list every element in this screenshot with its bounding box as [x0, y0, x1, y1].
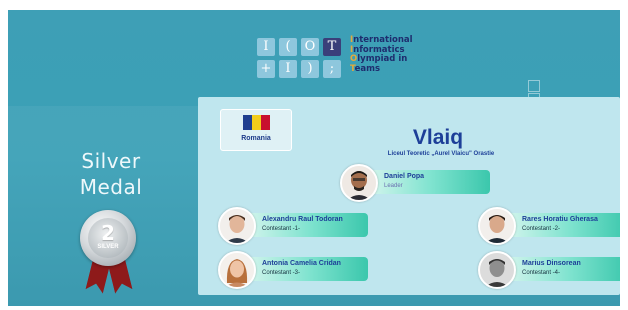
video-frame: I ( O T + I ) ; International Informatic… — [8, 10, 620, 306]
team-card: Romania Vlaiq Liceul Teoretic „Aurel Vla… — [198, 97, 620, 295]
iiot-logo: I ( O T + I ) ; International Informatic… — [257, 35, 460, 92]
logo-wordmark: International Informatics Olympiad in Te… — [350, 35, 460, 75]
person-photo-icon — [480, 253, 514, 287]
flag-stripe — [243, 115, 252, 130]
medal-label: SILVER — [97, 244, 119, 250]
logo-tile: I — [279, 60, 297, 78]
logo-tile: I — [257, 38, 275, 56]
logo-tile: ; — [323, 60, 341, 78]
member-name: Marius Dinsorean — [522, 260, 581, 267]
member-bar: Daniel Popa Leader — [360, 170, 490, 194]
country-name: Romania — [241, 135, 271, 142]
logo-word: nformatics — [353, 44, 405, 55]
logo-tiles: I ( O T + I ) ; — [257, 36, 343, 92]
logo-word: eams — [354, 63, 381, 74]
logo-tile: O — [301, 38, 319, 56]
romania-flag-icon — [243, 115, 270, 130]
member-role: Contestant -1- — [262, 226, 301, 232]
member-bar: Antonia Camelia Cridan Contestant -3- — [238, 257, 368, 281]
logo-word: nternational — [353, 35, 413, 45]
medal-title-line: Silver — [81, 149, 141, 173]
flag-stripe — [252, 115, 261, 130]
avatar — [478, 251, 516, 289]
avatar — [218, 207, 256, 245]
school-name: Liceul Teoretic „Aurel Vlaicu" Orastie — [387, 151, 495, 157]
silver-medal-icon: 2 SILVER — [76, 210, 142, 300]
member-name: Alexandru Raul Todoran — [262, 216, 343, 223]
member-name: Antonia Camelia Cridan — [262, 260, 341, 267]
avatar — [340, 164, 378, 202]
member-bar: Alexandru Raul Todoran Contestant -1- — [238, 213, 368, 237]
logo-tile: ( — [279, 38, 297, 56]
member-card-contestant-1: Alexandru Raul Todoran Contestant -1- — [218, 207, 368, 245]
member-card-contestant-2: Rares Horatiu Gherasa Contestant -2- — [478, 207, 620, 245]
member-name: Daniel Popa — [384, 173, 425, 180]
person-photo-icon — [220, 209, 254, 243]
person-photo-icon — [480, 209, 514, 243]
decor-square — [528, 80, 540, 92]
country-badge: Romania — [220, 109, 292, 151]
logo-tile: ) — [301, 60, 319, 78]
logo-tile: T — [323, 38, 341, 56]
member-card-contestant-3: Antonia Camelia Cridan Contestant -3- — [218, 251, 368, 289]
person-photo-icon — [220, 253, 254, 287]
member-role: Contestant -4- — [522, 270, 561, 276]
member-card-leader: Daniel Popa Leader — [340, 164, 490, 202]
medal-disc-inner: 2 SILVER — [88, 218, 128, 258]
team-name: Vlaiq — [412, 126, 464, 149]
medal-number: 2 — [101, 221, 115, 245]
avatar — [218, 251, 256, 289]
member-bar: Rares Horatiu Gherasa Contestant -2- — [498, 213, 620, 237]
member-role: Leader — [384, 183, 403, 189]
medal-title-line: Medal — [79, 175, 143, 199]
logo-tile: + — [257, 60, 275, 78]
medal-disc: 2 SILVER — [80, 210, 136, 266]
member-card-contestant-4: Marius Dinsorean Contestant -4- — [478, 251, 620, 289]
member-name: Rares Horatiu Gherasa — [522, 216, 598, 223]
logo-line: Teams — [350, 63, 460, 75]
person-photo-icon — [342, 166, 376, 200]
logo-word: lympiad in — [357, 54, 408, 64]
member-role: Contestant -2- — [522, 226, 561, 232]
avatar — [478, 207, 516, 245]
member-bar: Marius Dinsorean Contestant -4- — [498, 257, 620, 281]
member-role: Contestant -3- — [262, 270, 301, 276]
flag-stripe — [261, 115, 270, 130]
medal-title: Silver Medal — [56, 148, 166, 200]
